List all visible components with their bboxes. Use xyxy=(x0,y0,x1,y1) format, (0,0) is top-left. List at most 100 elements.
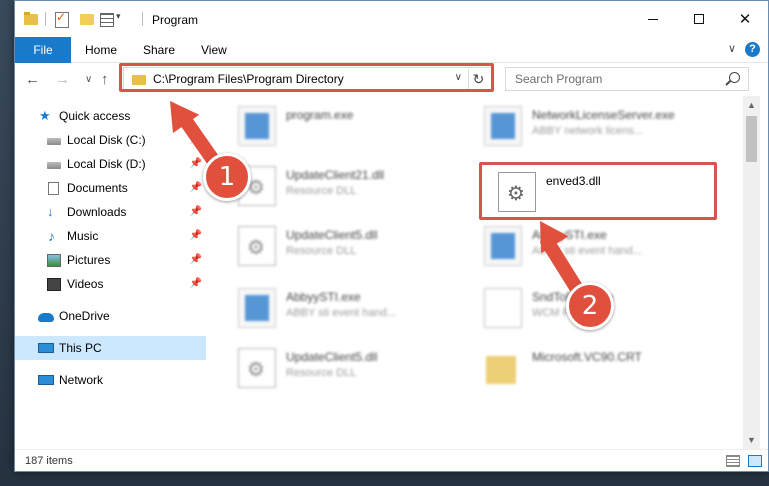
music-icon: ♪ xyxy=(48,228,55,244)
step-badge-2: 2 xyxy=(566,282,614,330)
blank-file-icon xyxy=(484,288,522,328)
pin-icon: 📌 xyxy=(189,230,202,241)
tiles-view-icon[interactable] xyxy=(748,455,762,467)
file-description: Resource DLL xyxy=(286,367,357,379)
tab-share[interactable]: Share xyxy=(131,37,187,63)
recent-locations-icon[interactable]: ∨ xyxy=(85,74,92,85)
vertical-scrollbar[interactable]: ▲ ▼ xyxy=(743,96,760,449)
pin-icon: 📌 xyxy=(189,182,202,193)
back-arrow-icon[interactable]: ← xyxy=(25,71,40,88)
file-description: ABBY sti event hand... xyxy=(286,307,396,319)
tab-view[interactable]: View xyxy=(189,37,239,63)
sidebar-item-label: Documents xyxy=(67,181,128,195)
exe-icon xyxy=(238,106,276,146)
divider xyxy=(142,12,143,26)
sidebar-item-label: Music xyxy=(67,229,99,243)
file-item[interactable]: UpdateClient21.dll Resource DLL xyxy=(238,160,478,214)
sidebar-item-label: Local Disk (D:) xyxy=(67,157,146,171)
navigation-pane: ★ Quick access Local Disk (C:) 📌 Local D… xyxy=(15,96,208,449)
close-icon: ✕ xyxy=(738,11,752,28)
file-description: Resource DLL xyxy=(286,185,357,197)
scrollbar-thumb[interactable] xyxy=(746,116,757,162)
network-icon xyxy=(38,375,54,385)
minimize-button[interactable] xyxy=(630,1,676,37)
pc-icon xyxy=(38,343,54,353)
ribbon: File Home Share View ∨ ? xyxy=(15,37,768,63)
window-title: Program xyxy=(152,13,199,27)
sidebar-item-label: Pictures xyxy=(67,253,111,267)
sidebar-item-label: Downloads xyxy=(67,205,127,219)
search-input[interactable]: Search Program xyxy=(515,72,602,86)
cloud-icon xyxy=(38,313,54,322)
item-count: 187 items xyxy=(25,455,73,467)
file-item[interactable]: Microsoft.VC90.CRT xyxy=(484,342,724,396)
chevron-down-icon[interactable]: ▾ xyxy=(116,11,121,22)
minimize-icon xyxy=(648,18,658,20)
file-item[interactable]: UpdateClient5.dll Resource DLL xyxy=(238,342,478,396)
file-name: NetworkLicenseServer.exe xyxy=(532,108,675,122)
exe-icon xyxy=(238,288,276,328)
maximize-button[interactable] xyxy=(676,1,722,37)
sidebar-item-documents[interactable]: Documents 📌 xyxy=(15,176,206,200)
folder-icon xyxy=(484,348,522,388)
forward-arrow-icon[interactable]: → xyxy=(55,71,70,88)
star-icon: ★ xyxy=(39,108,51,123)
sidebar-item-label: Network xyxy=(59,373,104,387)
file-description: Resource DLL xyxy=(286,245,357,257)
pin-icon: 📌 xyxy=(189,158,202,169)
folder-icon[interactable] xyxy=(23,11,39,27)
sidebar-item-music[interactable]: ♪ Music 📌 xyxy=(15,224,206,248)
address-highlight-box xyxy=(119,63,494,92)
sidebar-item-local-disk-d[interactable]: Local Disk (D:) 📌 xyxy=(15,152,206,176)
file-item[interactable]: AbbyySTI.exe ABBY sti event hand... xyxy=(238,282,478,336)
dll-icon xyxy=(238,348,276,388)
scroll-down-icon[interactable]: ▼ xyxy=(747,435,756,445)
new-folder-icon[interactable] xyxy=(79,11,95,27)
file-description: ABBY network licens... xyxy=(532,125,644,137)
search-box[interactable]: Search Program xyxy=(505,67,749,91)
file-item[interactable]: AbbyySTI.exe ABBY sti event hand... xyxy=(484,220,724,274)
sidebar-item-label: Local Disk (C:) xyxy=(67,133,146,147)
chevron-down-icon[interactable]: ∨ xyxy=(728,42,736,55)
sidebar-item-network[interactable]: Network xyxy=(15,368,206,392)
file-item[interactable]: program.exe xyxy=(238,100,478,154)
sidebar-item-label: Videos xyxy=(67,277,104,291)
sidebar-item-local-disk-c[interactable]: Local Disk (C:) 📌 xyxy=(15,128,206,152)
file-name: UpdateClient5.dll xyxy=(286,350,378,364)
pin-icon: 📌 xyxy=(189,206,202,217)
documents-icon xyxy=(48,182,59,195)
maximize-icon xyxy=(694,14,704,24)
tab-home[interactable]: Home xyxy=(73,37,129,63)
sidebar-item-label: OneDrive xyxy=(59,309,110,323)
up-arrow-icon[interactable]: ↑ xyxy=(101,71,109,88)
pin-icon: 📌 xyxy=(189,254,202,265)
sidebar-item-onedrive[interactable]: OneDrive xyxy=(15,304,206,328)
videos-icon xyxy=(47,278,61,291)
file-name: AbbyySTI.exe xyxy=(286,290,361,304)
file-list: program.exe NetworkLicenseServer.exe ABB… xyxy=(208,96,743,449)
help-icon[interactable]: ? xyxy=(745,42,760,57)
pictures-icon xyxy=(47,254,61,267)
file-item[interactable]: NetworkLicenseServer.exe ABBY network li… xyxy=(484,100,724,154)
scroll-up-icon[interactable]: ▲ xyxy=(747,100,756,110)
divider xyxy=(45,12,46,26)
file-item[interactable]: UpdateClient5.dll Resource DLL xyxy=(238,220,478,274)
status-bar: 187 items xyxy=(15,449,768,471)
tab-file[interactable]: File xyxy=(15,37,71,63)
view-options-icon[interactable] xyxy=(99,11,115,27)
sidebar-item-downloads[interactable]: ↓ Downloads 📌 xyxy=(15,200,206,224)
file-name: UpdateClient21.dll xyxy=(286,168,385,182)
close-button[interactable]: ✕ xyxy=(722,1,768,37)
sidebar-item-label: This PC xyxy=(59,341,102,355)
download-icon: ↓ xyxy=(47,204,54,219)
file-name: Microsoft.VC90.CRT xyxy=(532,350,642,364)
sidebar-item-this-pc[interactable]: This PC xyxy=(15,336,206,360)
sidebar-item-videos[interactable]: Videos 📌 xyxy=(15,272,206,296)
details-view-icon[interactable] xyxy=(726,455,740,467)
sidebar-item-pictures[interactable]: Pictures 📌 xyxy=(15,248,206,272)
properties-icon[interactable] xyxy=(53,10,69,28)
exe-icon xyxy=(484,106,522,146)
search-icon[interactable] xyxy=(729,72,740,83)
disk-icon xyxy=(47,162,61,169)
step-badge-1: 1 xyxy=(203,153,251,201)
